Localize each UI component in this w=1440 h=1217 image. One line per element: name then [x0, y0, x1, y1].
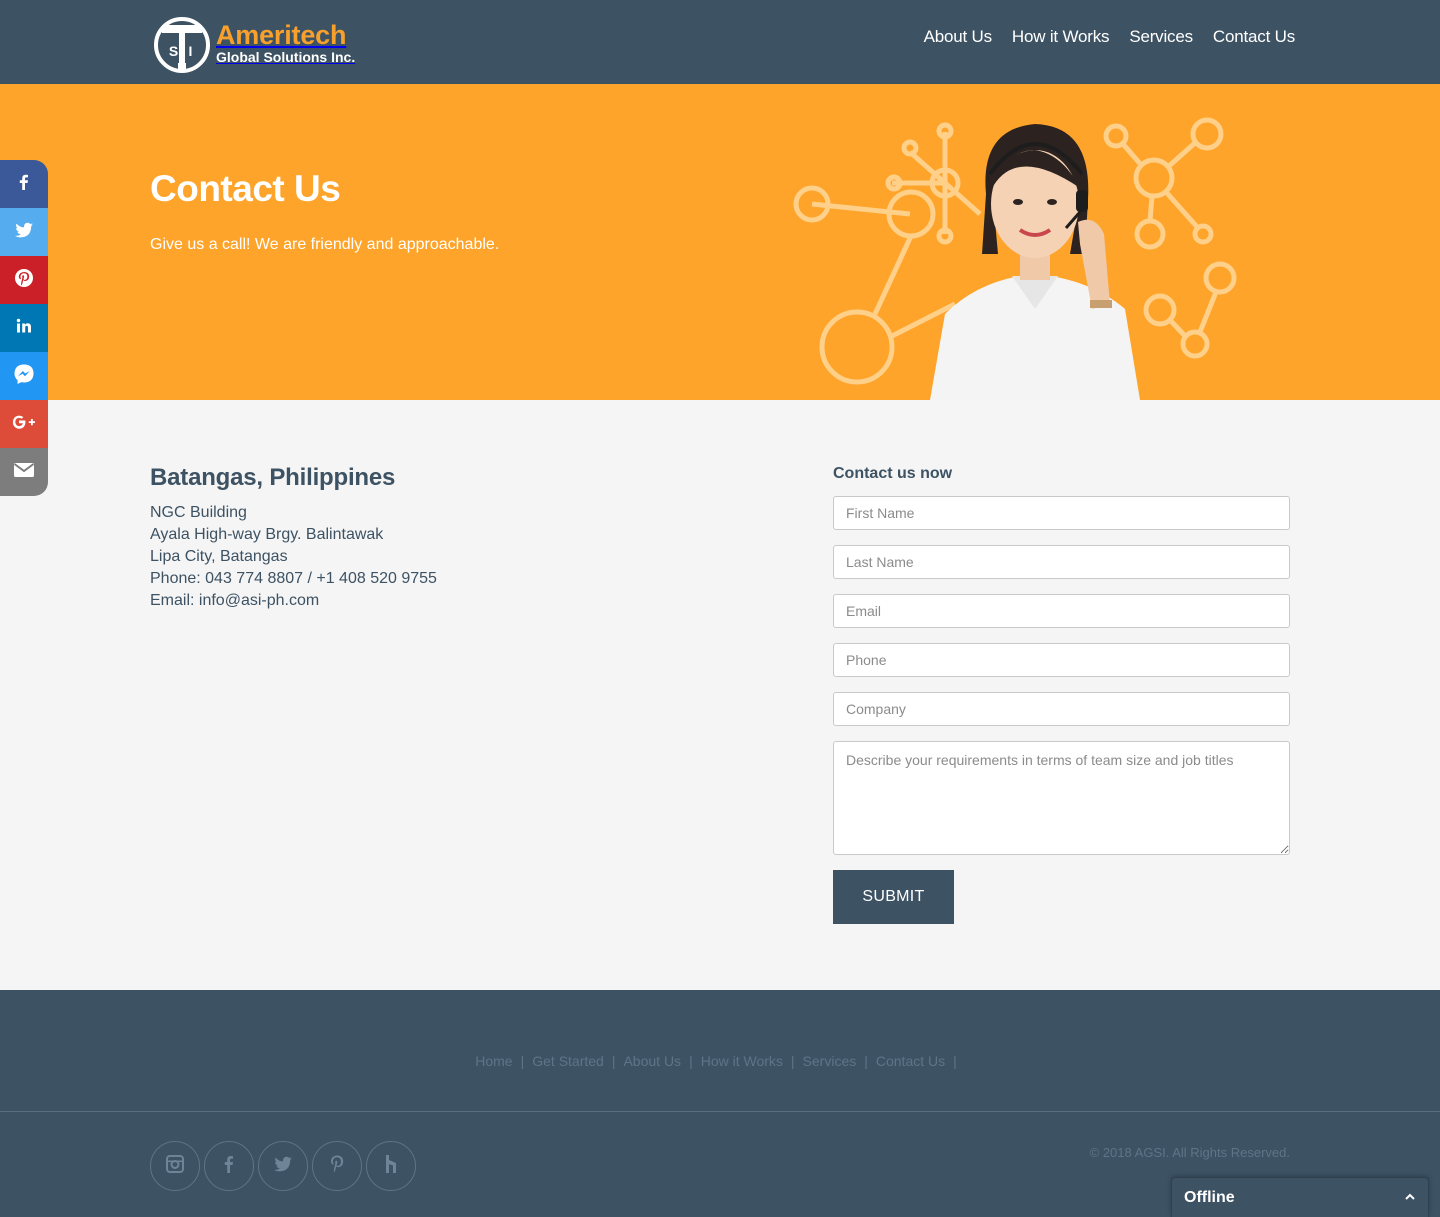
pinterest-icon [14, 268, 34, 293]
footer-link-about-us[interactable]: About Us [623, 1053, 681, 1069]
share-linkedin-button[interactable] [0, 304, 48, 352]
footer-divider [0, 1111, 1440, 1112]
site-header: S I Ameritech Global Solutions Inc. Abou… [0, 0, 1440, 84]
messenger-icon [13, 363, 35, 390]
footer-nav: Home | Get Started | About Us | How it Works | S… [0, 1053, 1440, 1069]
address-line: Ayala High-way Brgy. Balintawak [150, 526, 384, 543]
email-icon [13, 462, 35, 483]
google-plus-icon [11, 413, 37, 436]
address-phone: Phone: 043 774 8807 / +1 408 520 9755 [150, 570, 437, 587]
address-line: NGC Building [150, 504, 247, 521]
twitter-icon [273, 1155, 293, 1178]
address-email: Email: info@asi-ph.com [150, 592, 320, 609]
share-bar [0, 160, 48, 496]
footer-separator: | [790, 1053, 795, 1069]
instagram-link[interactable] [150, 1141, 200, 1191]
linkedin-icon [15, 317, 33, 340]
nav-how-it-works[interactable]: How it Works [1012, 27, 1110, 47]
footer-link-contact-us[interactable]: Contact Us [876, 1053, 945, 1069]
main-nav: About Us How it Works Services Contact U… [924, 27, 1296, 47]
form-title: Contact us now [833, 465, 953, 482]
svg-text:I: I [189, 43, 193, 59]
houzz-icon [383, 1154, 399, 1179]
svg-text:S: S [169, 43, 178, 59]
footer-social-links [150, 1141, 416, 1191]
logo-mark-icon: S I [152, 13, 212, 73]
hero-banner: Contact Us Give us a call! We are friend… [0, 84, 1440, 400]
pinterest-link[interactable] [312, 1141, 362, 1191]
footer-link-how-it-works[interactable]: How it Works [701, 1053, 783, 1069]
chat-widget[interactable]: Offline [1171, 1177, 1429, 1217]
facebook-icon [220, 1154, 238, 1179]
houzz-link[interactable] [366, 1141, 416, 1191]
nav-services[interactable]: Services [1129, 27, 1193, 47]
hero-subtitle: Give us a call! We are friendly and appr… [150, 236, 500, 253]
footer-separator: | [953, 1053, 957, 1069]
chat-status: Offline [1184, 1188, 1235, 1206]
chevron-up-icon[interactable] [1404, 1191, 1416, 1205]
facebook-link[interactable] [204, 1141, 254, 1191]
footer-link-home[interactable]: Home [475, 1053, 512, 1069]
footer-separator: | [864, 1053, 868, 1069]
brand-subtitle: Global Solutions Inc. [216, 49, 356, 65]
address-line: Lipa City, Batangas [150, 548, 288, 565]
footer-separator: | [520, 1053, 525, 1069]
twitter-link[interactable] [258, 1141, 308, 1191]
phone-field[interactable] [833, 643, 1290, 677]
last-name-field[interactable] [833, 545, 1290, 579]
copyright-text: © 2018 AGSI. All Rights Reserved. [1089, 1145, 1290, 1160]
company-field[interactable] [833, 692, 1290, 726]
footer-separator: | [611, 1053, 616, 1069]
instagram-icon [165, 1154, 185, 1179]
pinterest-icon [328, 1154, 346, 1179]
twitter-icon [14, 221, 34, 244]
office-address: Batangas, Philippines NGC Building Ayala… [150, 464, 437, 612]
requirements-textarea[interactable] [833, 741, 1290, 855]
logo[interactable]: S I Ameritech Global Solutions Inc. [152, 12, 362, 74]
brand-name: Ameritech [216, 20, 347, 50]
facebook-icon [15, 173, 33, 196]
submit-button[interactable]: SUBMIT [833, 870, 954, 924]
share-google-plus-button[interactable] [0, 400, 48, 448]
footer-separator: | [689, 1053, 693, 1069]
share-facebook-button[interactable] [0, 160, 48, 208]
footer-link-services[interactable]: Services [803, 1053, 857, 1069]
first-name-field[interactable] [833, 496, 1290, 530]
hero-illustration [793, 117, 1237, 400]
share-email-button[interactable] [0, 448, 48, 496]
email-field[interactable] [833, 594, 1290, 628]
logo-text: Ameritech Global Solutions Inc. [216, 20, 356, 65]
share-twitter-button[interactable] [0, 208, 48, 256]
share-messenger-button[interactable] [0, 352, 48, 400]
nav-about-us[interactable]: About Us [924, 27, 993, 47]
page-title: Contact Us [150, 168, 341, 209]
footer-link-get-started[interactable]: Get Started [532, 1053, 604, 1069]
share-pinterest-button[interactable] [0, 256, 48, 304]
contact-form: Contact us now SUBMIT [833, 465, 1290, 924]
office-heading: Batangas, Philippines [150, 464, 396, 491]
nav-contact-us[interactable]: Contact Us [1213, 27, 1295, 47]
support-agent-photo [930, 124, 1140, 400]
